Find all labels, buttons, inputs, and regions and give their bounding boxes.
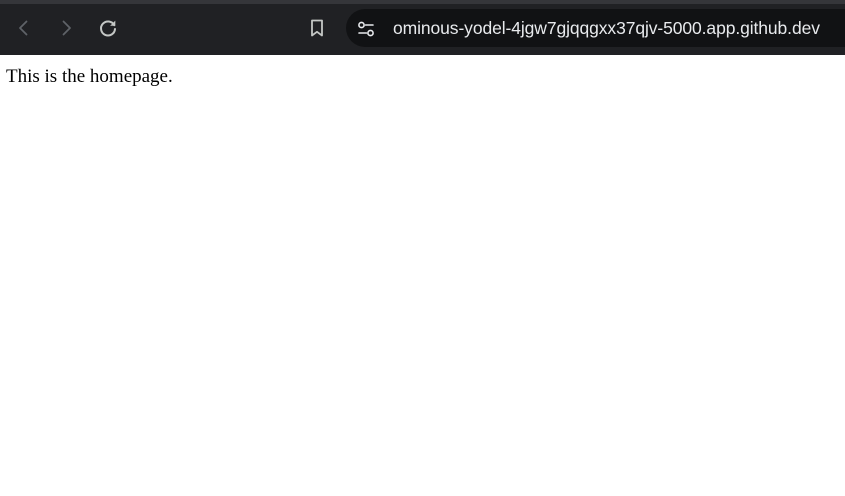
back-button[interactable] (10, 14, 38, 42)
page-content: This is the homepage. (0, 55, 845, 496)
tab-strip-edge (0, 0, 845, 4)
browser-toolbar: ominous-yodel-4jgw7gjqqgxx37qjv-5000.app… (0, 0, 845, 55)
site-settings-icon[interactable] (356, 19, 376, 39)
back-arrow-icon (19, 20, 28, 36)
address-bar[interactable]: ominous-yodel-4jgw7gjqqgxx37qjv-5000.app… (346, 9, 845, 47)
url-text[interactable]: ominous-yodel-4jgw7gjqqgxx37qjv-5000.app… (393, 9, 820, 47)
reload-button[interactable] (94, 14, 122, 42)
forward-button[interactable] (52, 14, 80, 42)
reload-icon (100, 20, 116, 37)
bookmark-icon (311, 19, 323, 37)
forward-arrow-icon (62, 20, 71, 36)
bookmark-button[interactable] (303, 14, 331, 42)
homepage-text: This is the homepage. (6, 66, 173, 87)
